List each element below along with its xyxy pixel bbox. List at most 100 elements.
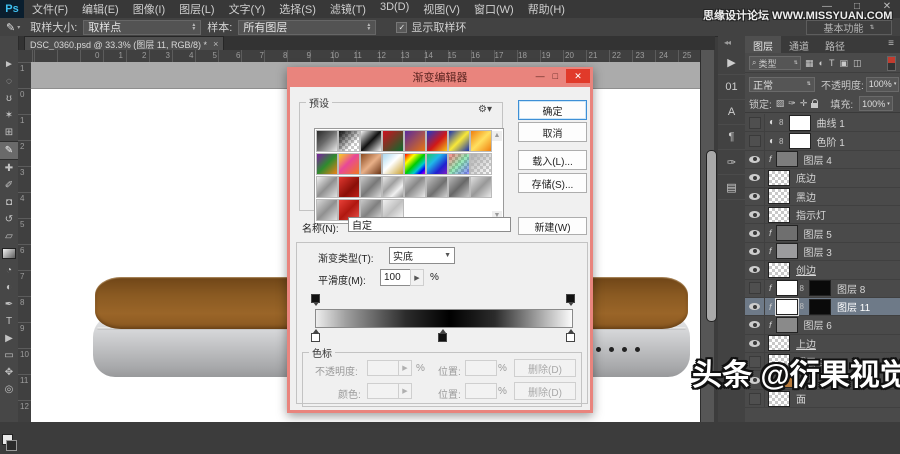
layer-visibility-toggle[interactable] — [745, 261, 765, 279]
menu-item-1[interactable]: 编辑(E) — [82, 1, 119, 17]
character-panel-icon[interactable]: A — [718, 100, 745, 125]
info-panel-icon[interactable]: 01 — [718, 75, 745, 100]
dialog-restore-button[interactable]: □ — [553, 71, 558, 81]
clone-stamp-tool[interactable]: ◘ — [0, 194, 18, 211]
gradient-preset-swatch[interactable] — [382, 176, 404, 198]
menu-item-6[interactable]: 滤镜(T) — [330, 1, 366, 17]
dodge-tool[interactable]: ◐ — [0, 279, 18, 296]
zoom-tool[interactable]: ◎ — [0, 381, 18, 398]
cancel-button[interactable]: 取消 — [518, 122, 587, 142]
layer-visibility-toggle[interactable] — [745, 279, 765, 297]
color-stop-right[interactable] — [566, 328, 575, 342]
lock-all-icon[interactable] — [811, 98, 819, 108]
sample-dropdown[interactable]: 所有图层 ▲ ▼ — [238, 19, 377, 35]
layer-row-11[interactable]: f 图层 6 — [745, 316, 900, 335]
layer-visibility-toggle[interactable] — [745, 169, 765, 187]
gradient-preset-swatch[interactable] — [448, 176, 470, 198]
menu-item-2[interactable]: 图像(I) — [133, 1, 165, 17]
scroll-up-icon[interactable]: ▲ — [492, 131, 502, 141]
gradient-preset-swatch[interactable] — [316, 153, 338, 175]
opacity-stop-left[interactable] — [311, 294, 320, 308]
color-stop-left[interactable] — [311, 328, 320, 342]
gradient-type-dropdown[interactable]: 实底 ▼ — [389, 247, 455, 264]
smoothness-arrow-button[interactable]: ▶ — [410, 269, 424, 286]
gradient-preset-swatch[interactable] — [448, 130, 470, 152]
lock-transparency-icon[interactable]: ▨ — [776, 98, 785, 109]
menu-item-5[interactable]: 选择(S) — [279, 1, 316, 17]
gradient-preset-swatch[interactable] — [316, 130, 338, 152]
layer-visibility-toggle[interactable] — [745, 297, 765, 316]
brush-tool[interactable]: ✐ — [0, 177, 18, 194]
smart-object-filter-icon[interactable]: ◫ — [853, 58, 862, 69]
gradient-preset-swatch[interactable] — [316, 199, 338, 221]
scrollbar-thumb[interactable] — [706, 150, 717, 322]
crop-tool[interactable]: ⊞ — [0, 124, 18, 141]
lasso-tool[interactable]: ʊ — [0, 90, 18, 107]
show-ring-checkbox[interactable]: ✓ — [396, 21, 408, 33]
lock-position-icon[interactable]: ✛ — [800, 98, 808, 109]
fill-dropdown[interactable]: 100% ▾ — [859, 96, 893, 111]
gradient-preset-swatch[interactable] — [404, 130, 426, 152]
layer-comps-panel-icon[interactable]: ▤ — [718, 175, 745, 200]
move-tool[interactable]: ► — [0, 56, 18, 73]
type-filter-icon[interactable]: T — [829, 58, 835, 69]
panel-tab-0[interactable]: 图层 — [745, 36, 781, 53]
load-button[interactable]: 载入(L)... — [518, 150, 587, 170]
gradient-preset-swatch[interactable] — [426, 176, 448, 198]
save-button[interactable]: 存储(S)... — [518, 173, 587, 193]
pen-tool[interactable]: ✒ — [0, 296, 18, 313]
dock-expand-icon[interactable]: ◂◂ — [724, 38, 731, 47]
layer-row-5[interactable]: 指示灯 — [745, 205, 900, 225]
layer-row-6[interactable]: f 图层 5 — [745, 224, 900, 243]
background-color-swatch[interactable] — [6, 440, 17, 451]
layer-visibility-toggle[interactable] — [745, 205, 765, 224]
brush-presets-panel-icon[interactable]: ✑ — [718, 150, 745, 175]
hand-tool[interactable]: ✥ — [0, 364, 18, 381]
gradient-preset-swatch[interactable] — [426, 130, 448, 152]
blur-tool[interactable]: ◔ — [0, 262, 18, 279]
gradient-preset-swatch[interactable] — [382, 153, 404, 175]
type-tool[interactable]: T — [0, 313, 18, 330]
menu-item-4[interactable]: 文字(Y) — [229, 1, 266, 17]
layer-row-10[interactable]: f 8 图层 11 — [745, 297, 900, 317]
layer-visibility-toggle[interactable] — [745, 242, 765, 261]
gradient-preset-swatch[interactable] — [470, 130, 492, 152]
gradient-preset-swatch[interactable] — [470, 153, 492, 175]
gear-icon[interactable]: ⚙▾ — [476, 104, 494, 115]
filter-type-dropdown[interactable]: ⌕ 类型 ⇅ — [749, 56, 801, 70]
menu-item-3[interactable]: 图层(L) — [179, 1, 214, 17]
new-button[interactable]: 新建(W) — [518, 217, 587, 235]
shape-filter-icon[interactable]: ▣ — [839, 58, 848, 69]
adjustment-filter-icon[interactable]: ◐ — [819, 58, 824, 69]
layer-row-7[interactable]: f 图层 3 — [745, 242, 900, 262]
opacity-stop-right[interactable] — [566, 294, 575, 308]
magic-wand-tool[interactable]: ✶ — [0, 107, 18, 124]
healing-brush-tool[interactable]: ✚ — [0, 160, 18, 177]
menu-item-7[interactable]: 3D(D) — [380, 1, 409, 17]
layer-visibility-toggle[interactable] — [745, 132, 765, 150]
eraser-tool[interactable]: ▱ — [0, 228, 18, 245]
panel-tab-1[interactable]: 通道 — [781, 36, 817, 53]
eyedropper-tool[interactable]: ✎ — [0, 141, 18, 160]
layer-visibility-toggle[interactable] — [745, 316, 765, 334]
gradient-preview-bar[interactable] — [315, 309, 573, 328]
menu-item-0[interactable]: 文件(F) — [32, 1, 68, 17]
color-stop-middle[interactable] — [438, 328, 447, 342]
layer-row-2[interactable]: f 图层 4 — [745, 150, 900, 170]
panel-menu-icon[interactable]: ≡ — [882, 36, 900, 53]
panel-tab-2[interactable]: 路径 — [817, 36, 853, 53]
gradient-preset-swatch[interactable] — [360, 176, 382, 198]
gradient-preset-swatch[interactable] — [360, 130, 382, 152]
paragraph-panel-icon[interactable]: ¶ — [718, 125, 745, 150]
marquee-tool[interactable]: ◌ — [0, 73, 18, 90]
layer-row-0[interactable]: ◐ 8 曲线 1 — [745, 114, 900, 133]
gradient-tool[interactable] — [0, 245, 18, 262]
gradient-preset-swatch[interactable] — [382, 130, 404, 152]
gradient-preset-swatch[interactable] — [316, 176, 338, 198]
layer-visibility-toggle[interactable] — [745, 224, 765, 242]
blend-mode-dropdown[interactable]: 正常 ⇅ — [749, 76, 815, 92]
layer-row-3[interactable]: 底边 — [745, 169, 900, 188]
layer-visibility-toggle[interactable] — [745, 114, 765, 132]
gradient-name-input[interactable] — [348, 217, 511, 232]
filter-toggle-switch[interactable] — [887, 55, 896, 71]
